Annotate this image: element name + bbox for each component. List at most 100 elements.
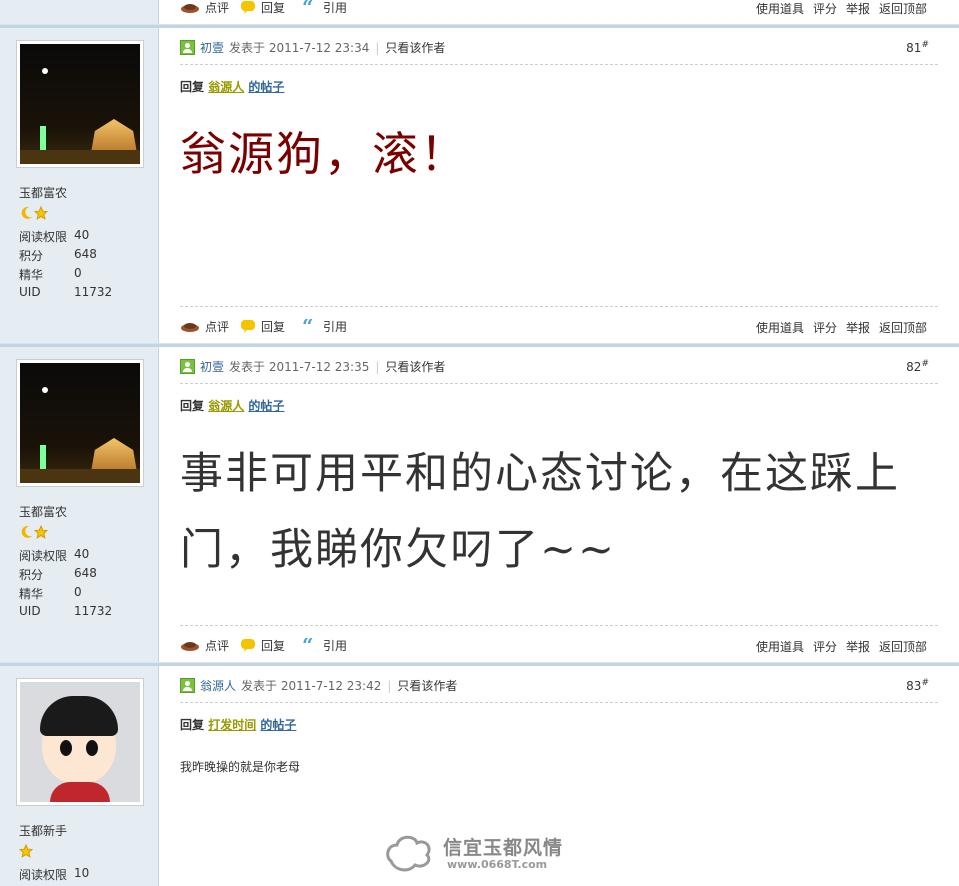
post83-only-author-link[interactable]: 只看该作者 [397, 677, 457, 694]
svg-text:“: “ [302, 319, 314, 333]
watermark-site-name: 信宜玉都风情 [443, 837, 564, 859]
post81-reply-to-link[interactable]: 翁源人 [208, 80, 244, 94]
post81-stat-read: 阅读权限 40 [19, 228, 90, 244]
post82-thread-link[interactable]: 的帖子 [248, 399, 284, 413]
post81-content: 翁源狗，滚！ [180, 127, 468, 181]
post83-header-divider [180, 702, 938, 703]
post83-reply-quote: 回复 打发时间 的帖子 [180, 718, 297, 732]
post80-reply-button[interactable]: 回复 [240, 0, 285, 16]
cartoon-boy-image [20, 682, 140, 802]
post82-avatar[interactable] [16, 359, 144, 487]
use-tool-link[interactable]: 使用道具 [756, 638, 804, 655]
post81-reply-button[interactable]: 回复 [240, 317, 285, 335]
coffee-cup-icon [181, 642, 199, 651]
post-separator [0, 662, 959, 666]
speech-bubble-icon [241, 320, 255, 333]
post80-quote-button[interactable]: “ 引用 [302, 0, 347, 16]
night-scene-image [20, 44, 140, 164]
speech-bubble-icon [241, 639, 255, 652]
post82-footer-divider [180, 625, 938, 626]
svg-text:“: “ [302, 638, 314, 652]
coffee-cup-icon [181, 4, 199, 13]
post82-comment-button[interactable]: 点评 [180, 636, 229, 654]
rate-link[interactable]: 评分 [813, 0, 837, 17]
post82-stat-read: 阅读权限 40 [19, 547, 90, 563]
speech-bubble-icon [241, 1, 255, 14]
post82-datetime: 2011-7-12 23:35 [268, 359, 370, 374]
post81-author-link[interactable]: 初壹 [200, 39, 224, 56]
post81-datetime: 2011-7-12 23:34 [268, 40, 370, 55]
post83-floor-number[interactable]: 83# [906, 678, 929, 693]
post80-comment-button[interactable]: 点评 [180, 0, 229, 16]
quote-icon: “ [302, 638, 314, 652]
post82-right-actions: 使用道具 评分 举报 返回顶部 [756, 638, 927, 655]
post83-content: 我昨晚操的就是你老母 [180, 760, 301, 774]
quote-icon: “ [302, 0, 314, 14]
coffee-cup-icon [181, 323, 199, 332]
user-online-icon [180, 359, 195, 374]
report-link[interactable]: 举报 [846, 319, 870, 336]
post-separator [0, 343, 959, 347]
rate-link[interactable]: 评分 [813, 319, 837, 336]
post-separator [0, 24, 959, 28]
post81-rank-icons [19, 206, 48, 220]
night-scene-image [20, 363, 140, 483]
post82-quote-button[interactable]: “ 引用 [302, 636, 347, 654]
post83-avatar[interactable] [16, 678, 144, 806]
post81-right-actions: 使用道具 评分 举报 返回顶部 [756, 319, 927, 336]
post81-avatar[interactable] [16, 40, 144, 168]
post82-reply-to-link[interactable]: 翁源人 [208, 399, 244, 413]
post82-user-title: 玉都富农 [19, 505, 68, 519]
site-watermark-logo: 信宜玉都风情 www.0668T.com [383, 829, 578, 879]
back-top-link[interactable]: 返回顶部 [879, 638, 927, 655]
post83-reply-to-link[interactable]: 打发时间 [208, 718, 256, 732]
post81-footer-divider [180, 306, 938, 307]
star-icon [19, 844, 33, 858]
post83-stat-read: 阅读权限 10 [19, 866, 90, 882]
star-icon [34, 525, 48, 539]
post81-floor-number[interactable]: 81# [906, 40, 929, 55]
user-online-icon [180, 678, 195, 693]
post82-header: 初壹 发表于 2011-7-12 23:35 | 只看该作者 [180, 358, 445, 375]
post81-stat-uid: UID 11732 [19, 285, 113, 299]
post82-reply-button[interactable]: 回复 [240, 636, 285, 654]
post82-stat-uid: UID 11732 [19, 604, 113, 618]
post82-stat-digest: 精华 0 [19, 585, 82, 601]
post81-only-author-link[interactable]: 只看该作者 [385, 39, 445, 56]
back-top-link[interactable]: 返回顶部 [879, 0, 927, 17]
post83-header: 翁源人 发表于 2011-7-12 23:42 | 只看该作者 [180, 677, 457, 694]
post83-datetime: 2011-7-12 23:42 [280, 678, 382, 693]
rate-link[interactable]: 评分 [813, 638, 837, 655]
post82-reply-quote: 回复 翁源人 的帖子 [180, 399, 285, 413]
post81-header-divider [180, 64, 938, 65]
use-tool-link[interactable]: 使用道具 [756, 0, 804, 17]
svg-text:“: “ [302, 0, 314, 14]
report-link[interactable]: 举报 [846, 638, 870, 655]
post83-author-link[interactable]: 翁源人 [200, 677, 236, 694]
watermark-url: www.0668T.com [447, 858, 548, 871]
post81-header: 初壹 发表于 2011-7-12 23:34 | 只看该作者 [180, 39, 445, 56]
post82-content: 事非可用平和的心态讨论，在这踩上门，我睇你欠叼了~~ [180, 449, 900, 575]
post82-stat-points: 积分 648 [19, 566, 97, 582]
post81-quote-button[interactable]: “ 引用 [302, 317, 347, 335]
post81-thread-link[interactable]: 的帖子 [248, 80, 284, 94]
post82-rank-icons [19, 525, 48, 539]
post83-thread-link[interactable]: 的帖子 [260, 718, 296, 732]
post81-comment-button[interactable]: 点评 [180, 317, 229, 335]
moon-icon [21, 525, 32, 538]
post82-only-author-link[interactable]: 只看该作者 [385, 358, 445, 375]
post82-floor-number[interactable]: 82# [906, 359, 929, 374]
post83-user-title: 玉都新手 [19, 824, 68, 838]
post81-user-title: 玉都富农 [19, 186, 68, 200]
quote-icon: “ [302, 319, 314, 333]
use-tool-link[interactable]: 使用道具 [756, 319, 804, 336]
back-top-link[interactable]: 返回顶部 [879, 319, 927, 336]
report-link[interactable]: 举报 [846, 0, 870, 17]
post82-header-divider [180, 383, 938, 384]
moon-icon [21, 206, 32, 219]
post82-author-link[interactable]: 初壹 [200, 358, 224, 375]
post81-stat-points: 积分 648 [19, 247, 97, 263]
star-icon [34, 206, 48, 220]
post81-reply-quote: 回复 翁源人 的帖子 [180, 80, 285, 94]
post80-right-actions: 使用道具 评分 举报 返回顶部 [756, 0, 927, 17]
